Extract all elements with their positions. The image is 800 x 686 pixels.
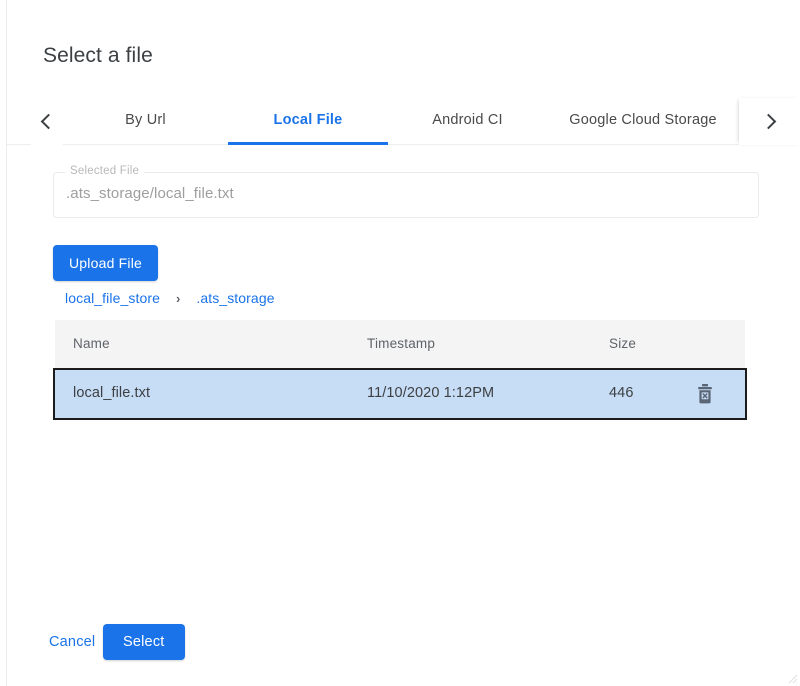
page-title: Select a file — [43, 44, 153, 68]
tab-label: Local File — [274, 112, 343, 128]
file-table: Name Timestamp Size local_file.txt 11/10… — [55, 320, 745, 420]
tab-label: Android CI — [432, 112, 503, 128]
selected-file-input[interactable] — [66, 185, 726, 202]
chevron-right-icon — [761, 114, 777, 130]
tab-local-file[interactable]: Local File — [228, 98, 388, 145]
select-file-dialog: Select a file By Url Local File Android … — [6, 0, 800, 686]
table-header-row: Name Timestamp Size — [55, 320, 745, 368]
cell-timestamp: 11/10/2020 1:12PM — [367, 385, 494, 401]
cell-file-name: local_file.txt — [73, 385, 150, 401]
breadcrumb: local_file_store › .ats_storage — [65, 290, 275, 306]
delete-file-button[interactable] — [691, 380, 719, 408]
dialog-footer: Cancel Select — [7, 624, 800, 664]
breadcrumb-item-ats-storage[interactable]: .ats_storage — [196, 290, 274, 306]
tab-by-url[interactable]: By Url — [63, 98, 228, 145]
tabs-scroll-next-button[interactable] — [739, 98, 800, 145]
tab-android-ci[interactable]: Android CI — [388, 98, 547, 145]
tab-bar: By Url Local File Android CI Google Clou… — [7, 98, 800, 146]
trash-delete-icon — [695, 383, 715, 405]
cell-size: 446 — [609, 385, 634, 401]
tab-rail: By Url Local File Android CI Google Clou… — [7, 98, 739, 146]
upload-file-button[interactable]: Upload File — [53, 245, 158, 281]
resize-grip-icon[interactable] — [788, 674, 798, 684]
tab-underline — [228, 142, 388, 145]
breadcrumb-separator-icon: › — [176, 291, 180, 306]
select-button[interactable]: Select — [103, 624, 185, 660]
tab-google-cloud-storage[interactable]: Google Cloud Storage — [547, 98, 739, 145]
column-header-name: Name — [73, 336, 110, 351]
cancel-button[interactable]: Cancel — [37, 624, 107, 660]
tab-label: By Url — [125, 112, 166, 128]
selected-file-field[interactable]: Selected File — [53, 172, 759, 218]
selected-file-label: Selected File — [65, 165, 144, 177]
column-header-timestamp: Timestamp — [367, 336, 435, 351]
breadcrumb-item-local-file-store[interactable]: local_file_store — [65, 290, 160, 306]
tabs-scroll-prev-button[interactable] — [31, 98, 63, 145]
column-header-size: Size — [609, 336, 636, 351]
tab-label: Google Cloud Storage — [569, 112, 717, 128]
chevron-left-icon — [41, 114, 57, 130]
table-row[interactable]: local_file.txt 11/10/2020 1:12PM 446 — [53, 368, 747, 420]
